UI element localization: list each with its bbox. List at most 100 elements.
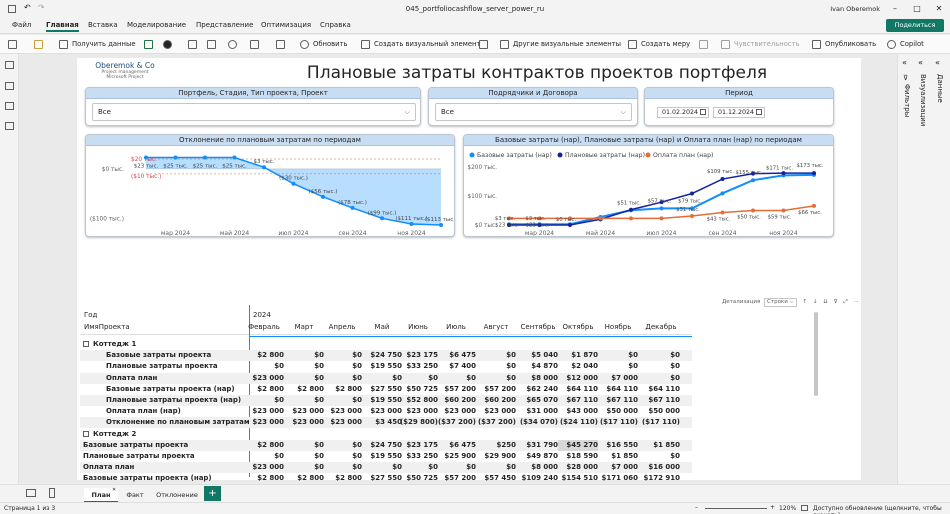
matrix-cell[interactable]: $28 000 <box>558 462 598 473</box>
matrix-cell[interactable]: $0 <box>476 350 516 361</box>
matrix-cell[interactable]: $172 910 <box>640 473 680 484</box>
matrix-cell[interactable]: $154 510 <box>558 473 598 484</box>
data-point[interactable] <box>321 194 325 199</box>
month-header[interactable]: Октябрь <box>558 323 598 331</box>
data-point[interactable] <box>350 205 355 210</box>
matrix-cell[interactable]: $2 800 <box>322 473 362 484</box>
matrix-cell[interactable]: $23 000 <box>244 462 284 473</box>
zoom-slider[interactable] <box>705 508 767 509</box>
matrix-cell[interactable]: $23 000 <box>284 406 324 417</box>
matrix-cell[interactable]: $1 870 <box>558 350 598 361</box>
table-row[interactable]: Оплата план $23 000 $0 $0 $0 $0 $0 $0 $8 000 $28 … <box>80 462 692 474</box>
matrix-cell[interactable]: $23 000 <box>322 417 362 428</box>
data-point[interactable] <box>720 210 725 215</box>
matrix-cell[interactable]: $31 000 <box>518 406 558 417</box>
data-point[interactable] <box>409 222 414 227</box>
matrix-cell[interactable]: $8 000 <box>518 373 558 384</box>
data-point[interactable] <box>690 214 694 219</box>
matrix-cell[interactable]: $0 <box>284 361 324 372</box>
month-header[interactable]: Июль <box>436 323 476 331</box>
matrix-cell[interactable]: $0 <box>322 440 362 451</box>
maximize-icon[interactable]: □ <box>906 0 928 18</box>
data-point[interactable] <box>720 191 725 196</box>
matrix-cell[interactable]: $0 <box>640 361 680 372</box>
calendar-icon[interactable] <box>700 109 706 115</box>
matrix-cell[interactable]: $43 000 <box>558 406 598 417</box>
matrix-cell[interactable]: $0 <box>436 462 476 473</box>
data-point[interactable] <box>751 178 755 183</box>
tab-home[interactable]: Главная <box>46 21 79 32</box>
matrix-cell[interactable]: $23 175 <box>398 350 438 361</box>
recent-sources-icon[interactable] <box>228 40 237 49</box>
data-point[interactable] <box>812 203 816 208</box>
new-visual-button[interactable]: Создать визуальный элемент <box>374 40 480 48</box>
matrix-cell[interactable]: $65 070 <box>518 395 558 406</box>
table-row[interactable]: Плановые затраты проекта (нар)$0$0$0$19 … <box>80 395 692 406</box>
more-visuals-icon[interactable] <box>500 40 509 49</box>
matrix-cell[interactable]: $23 000 <box>398 406 438 417</box>
onelake-icon[interactable] <box>163 40 172 49</box>
matrix-cell[interactable]: $27 550 <box>362 473 402 484</box>
legend-label[interactable]: Базовые затраты (нар) <box>477 152 552 159</box>
model-view-icon[interactable] <box>5 102 14 110</box>
table-row[interactable]: Оплата план (нар)$23 000$23 000$23 000$2… <box>80 406 692 417</box>
format-painter-icon[interactable] <box>34 40 43 49</box>
matrix-cell[interactable]: $0 <box>322 361 362 372</box>
matrix-group-row[interactable]: Коттедж 2 <box>80 429 692 440</box>
publish-icon[interactable] <box>812 40 821 49</box>
dax-query-icon[interactable] <box>5 122 14 130</box>
data-point[interactable] <box>781 171 786 176</box>
paste-icon[interactable] <box>8 40 17 49</box>
matrix-cell[interactable]: ($37 200) <box>436 417 476 428</box>
matrix-cell[interactable]: ($29 800) <box>398 417 438 428</box>
matrix-cell[interactable]: $0 <box>640 373 680 384</box>
month-header[interactable]: Февраль <box>244 323 284 331</box>
matrix-cell[interactable]: $0 <box>398 373 438 384</box>
matrix-cell[interactable]: $24 750 <box>362 350 402 361</box>
table-row[interactable]: Оплата план $23 000 $0 $0 $0 $0 $0 $0 $8 000 $12 … <box>80 372 692 384</box>
matrix-cell[interactable]: $0 <box>476 361 516 372</box>
matrix-cell[interactable]: $23 000 <box>284 417 324 428</box>
matrix-cell[interactable]: $0 <box>362 462 402 473</box>
matrix-cell[interactable]: $4 870 <box>518 361 558 372</box>
add-page-button[interactable]: + <box>204 486 221 501</box>
matrix-cell[interactable]: $0 <box>598 361 638 372</box>
get-data-button[interactable]: Получить данные <box>72 40 136 48</box>
matrix-scrollbar[interactable] <box>814 312 818 396</box>
data-point[interactable] <box>751 208 755 213</box>
matrix-cell[interactable]: $1 850 <box>598 451 638 462</box>
matrix-cell[interactable]: $109 240 <box>518 473 558 484</box>
matrix-cell[interactable]: $0 <box>322 395 362 406</box>
matrix-cell[interactable]: $2 800 <box>244 440 284 451</box>
matrix-cell[interactable]: $0 <box>640 451 680 462</box>
collapse-filters-icon[interactable]: « <box>902 58 907 67</box>
matrix-cell[interactable]: $0 <box>284 395 324 406</box>
filters-pane-tab[interactable]: Фильтры <box>903 84 911 117</box>
matrix-cell[interactable]: $49 870 <box>518 451 558 462</box>
matrix-cell[interactable]: $60 200 <box>436 395 476 406</box>
matrix-cell[interactable]: $23 000 <box>436 406 476 417</box>
matrix-cell[interactable]: $33 250 <box>398 361 438 372</box>
matrix-cell[interactable]: $0 <box>244 361 284 372</box>
matrix-group-row[interactable]: Коттедж 1 <box>80 339 692 350</box>
data-point[interactable] <box>720 177 725 182</box>
legend-label[interactable]: Оплата план (нар) <box>653 152 713 159</box>
month-header[interactable]: Июнь <box>398 323 438 331</box>
matrix-cell[interactable]: $8 000 <box>518 462 558 473</box>
page-tab-variance[interactable]: Отклонение <box>152 488 202 503</box>
data-point[interactable] <box>203 155 207 160</box>
matrix-cell[interactable]: $0 <box>322 373 362 384</box>
page-tab-actual[interactable]: Факт <box>120 488 150 503</box>
update-notice[interactable]: Доступно обновление (щелкните, чтобы ска… <box>813 505 950 514</box>
data-point[interactable] <box>380 216 384 221</box>
new-visual-icon[interactable] <box>361 40 370 49</box>
matrix-cell[interactable]: ($34 070) <box>518 417 558 428</box>
data-point[interactable] <box>173 155 178 160</box>
matrix-cell[interactable]: $33 250 <box>398 451 438 462</box>
matrix-cell[interactable]: $0 <box>436 373 476 384</box>
matrix-cell[interactable]: $171 060 <box>598 473 638 484</box>
matrix-cell[interactable]: $0 <box>398 462 438 473</box>
matrix-cell[interactable]: $50 000 <box>598 406 638 417</box>
tab-file[interactable]: Файл <box>12 21 31 29</box>
zoom-in-icon[interactable]: + <box>770 504 775 511</box>
